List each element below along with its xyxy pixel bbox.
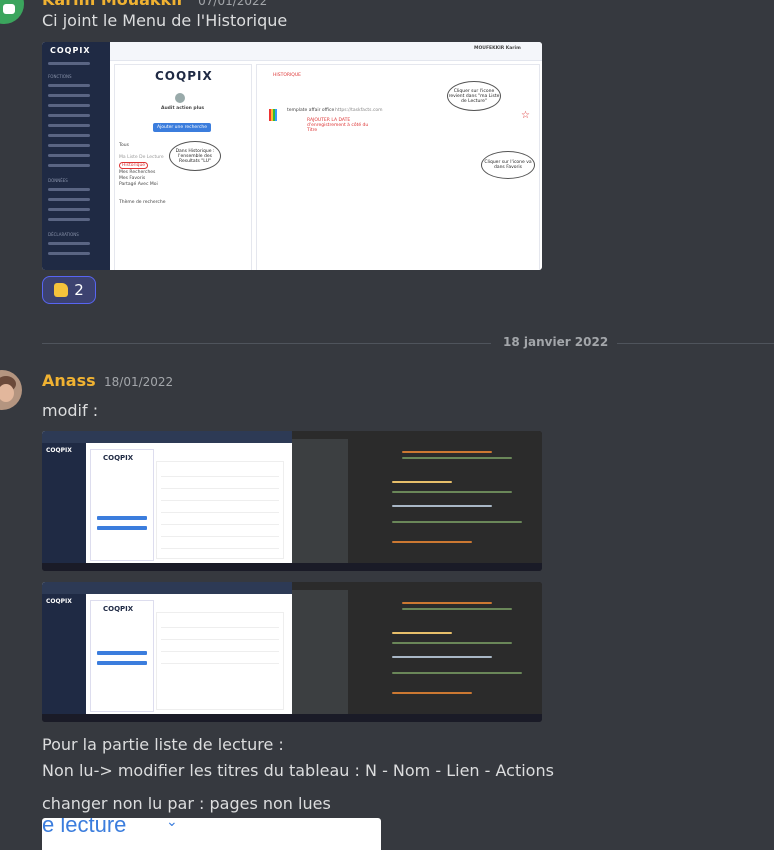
menu-shared-with-me[interactable]: Partagé Avec Moi: [119, 182, 158, 187]
message-text: changer non lu par : pages non lues: [42, 794, 331, 813]
app-logo: COQPIX: [50, 46, 91, 55]
message-text: modif :: [42, 401, 99, 420]
message-text: Ci joint le Menu de l'Historique: [42, 11, 288, 30]
menu-history[interactable]: Historique: [119, 162, 149, 169]
app-username: MOUFEKKIR Karim: [474, 46, 521, 51]
attachment-image-modif-2[interactable]: COQPIX COQPIX: [42, 582, 542, 722]
history-menu-panel: COQPIX Audit action plus Ajouter une rec…: [114, 64, 252, 270]
author-name[interactable]: Anass: [42, 371, 96, 390]
annotation-bubble-reading-list: Cliquer sur l'icone revient dans "ma Lis…: [447, 81, 501, 111]
app-logo: COQPIX: [46, 447, 72, 454]
theme-label: Thème de recherche: [119, 200, 166, 205]
author-name[interactable]: Karim Mouakkir: [42, 0, 185, 9]
code-editor-window: [292, 582, 542, 714]
coqpix-logo: COQPIX: [103, 454, 134, 462]
discord-logo-icon: [3, 4, 15, 14]
entry-title[interactable]: template affair office: [287, 108, 334, 113]
history-label: HISTORIQUE: [273, 73, 301, 78]
menu-favorites[interactable]: Mes Favoris: [119, 176, 145, 181]
history-content-panel: HISTORIQUE template affair office https:…: [256, 64, 540, 270]
annotation-bubble-history: Dans Historique : l'ensemble des Resulta…: [169, 141, 221, 171]
app-sidebar: COQPIX FONCTIONS DONNÉES DÉCLARATIONS: [42, 42, 110, 270]
browser-window: COQPIX COQPIX: [42, 582, 292, 714]
date-divider-line: [42, 343, 491, 344]
reaction-count: 2: [74, 281, 84, 299]
entry-note: RAJOUTER LA DATE d'enregistrement à côté…: [307, 118, 369, 133]
menu-my-searches[interactable]: Mes Recherches: [119, 170, 155, 175]
message-text: Pour la partie liste de lecture :: [42, 735, 284, 754]
app-logo: COQPIX: [46, 598, 72, 605]
entry-url[interactable]: https://taskfacts.com: [335, 108, 383, 113]
attachment-image-modif-1[interactable]: COQPIX COQPIX: [42, 431, 542, 571]
attachment-image-history-menu[interactable]: COQPIX FONCTIONS DONNÉES DÉCLARATIONS MO…: [42, 42, 542, 270]
attachment-image-cut[interactable]: e lecture ⌄: [42, 818, 381, 850]
avatar[interactable]: [0, 370, 22, 410]
date-divider-label: 18 janvier 2022: [503, 335, 609, 349]
timestamp: 18/01/2022: [104, 375, 174, 389]
timestamp: 07/01/2022: [198, 0, 268, 8]
chevron-down-icon: ⌄: [166, 818, 178, 830]
message-header: Karim Mouakkir 07/01/2022: [42, 0, 267, 9]
image-text: e lecture: [42, 818, 127, 837]
filter-all[interactable]: Tous: [119, 143, 129, 148]
code-editor-window: [292, 431, 542, 563]
favorite-star-icon[interactable]: ☆: [521, 110, 530, 121]
reaction-thumbs-up[interactable]: 2: [42, 276, 96, 304]
coqpix-logo: COQPIX: [155, 69, 213, 83]
app-topbar: MOUFEKKIR Karim: [110, 42, 542, 61]
annotation-bubble-favorites: Cliquer sur l'icone va dans Favoris: [481, 151, 535, 179]
add-search-button[interactable]: Ajouter une recherche: [153, 123, 211, 132]
taskbar: [42, 714, 542, 722]
avatar[interactable]: [0, 0, 24, 24]
message-text: Non lu-> modifier les titres du tableau …: [42, 761, 554, 780]
card-title: Audit action plus: [161, 106, 205, 111]
menu-reading-list[interactable]: Ma Liste De Lecture: [119, 155, 164, 160]
browser-window: COQPIX COQPIX: [42, 431, 292, 563]
taskbar: [42, 563, 542, 571]
site-favicon-icon: [269, 109, 277, 121]
date-divider-line: [617, 343, 774, 344]
coqpix-logo: COQPIX: [103, 605, 134, 613]
thumbs-up-icon: [54, 283, 69, 297]
